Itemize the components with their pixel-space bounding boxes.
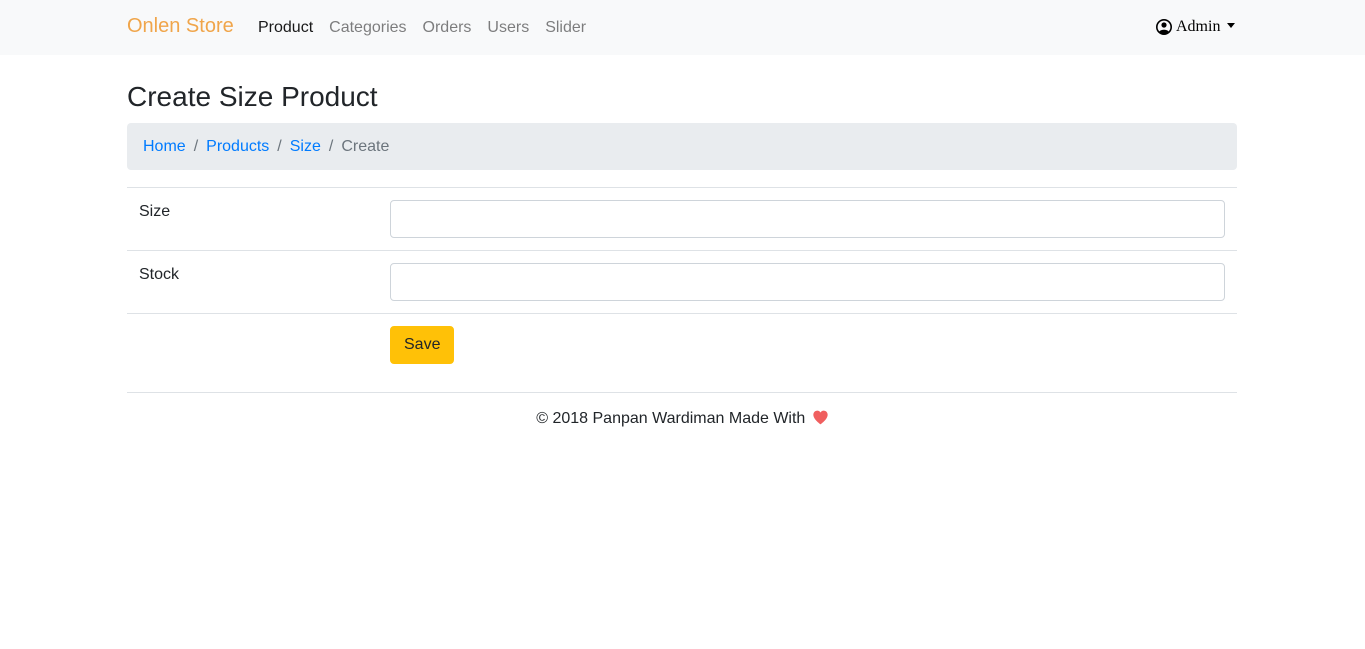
breadcrumb-separator: /: [277, 137, 282, 155]
stock-label: Stock: [139, 266, 180, 283]
breadcrumb-products[interactable]: Products: [206, 138, 269, 156]
caret-down-icon: [1227, 23, 1236, 28]
user-dropdown[interactable]: Admin: [1156, 18, 1236, 36]
user-circle-icon: [1156, 19, 1172, 35]
heart-icon: [813, 410, 828, 425]
nav-item-product[interactable]: Product: [258, 18, 313, 37]
breadcrumb-home[interactable]: Home: [143, 138, 186, 156]
footer-text: © 2018 Panpan Wardiman Made With: [536, 410, 806, 427]
breadcrumb-separator: /: [193, 137, 199, 155]
footer: © 2018 Panpan Wardiman Made With: [0, 410, 1365, 428]
main-nav: Product Categories Orders Users Slider: [258, 18, 602, 37]
page-title: Create Size Product: [127, 81, 378, 112]
form-row-actions: Save: [127, 313, 1237, 377]
size-input[interactable]: [390, 200, 1225, 238]
brand-logo[interactable]: Onlen Store: [127, 15, 234, 38]
user-name: Admin: [1176, 18, 1221, 35]
size-label: Size: [139, 203, 171, 220]
footer-divider: [127, 392, 1237, 393]
nav-item-slider[interactable]: Slider: [545, 18, 586, 37]
form-row-stock: Stock: [127, 250, 1237, 313]
save-button[interactable]: Save: [390, 326, 455, 364]
breadcrumb: Home / Products / Size / Create: [127, 123, 1237, 170]
form-row-size: Size: [127, 187, 1237, 250]
top-navbar: Onlen Store Product Categories Orders Us…: [0, 0, 1365, 55]
nav-item-orders[interactable]: Orders: [423, 18, 472, 37]
breadcrumb-size[interactable]: Size: [290, 138, 321, 156]
nav-item-categories[interactable]: Categories: [329, 18, 406, 37]
breadcrumb-separator: /: [328, 137, 334, 155]
nav-item-users[interactable]: Users: [487, 18, 529, 37]
stock-input[interactable]: [390, 263, 1225, 301]
breadcrumb-current: Create: [341, 137, 390, 155]
